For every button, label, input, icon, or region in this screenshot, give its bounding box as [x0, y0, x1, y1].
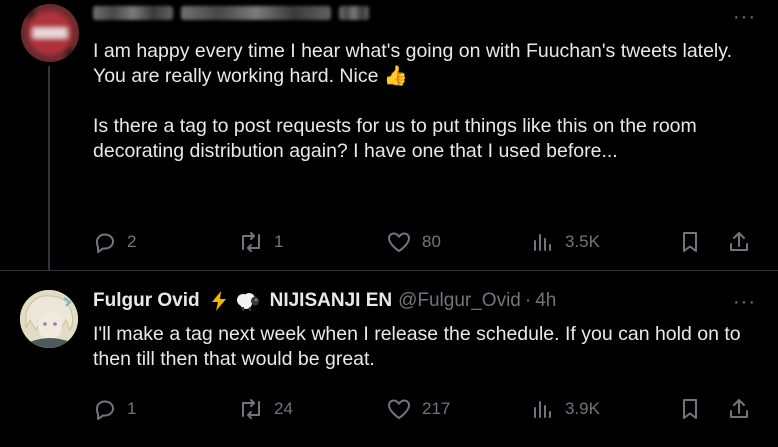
sheep-emoji-icon: [234, 290, 260, 312]
reply-button[interactable]: 1: [93, 394, 136, 424]
repost-icon: [242, 232, 260, 252]
repost-button[interactable]: 1: [238, 227, 283, 257]
views-icon: [534, 401, 551, 418]
repost-icon: [242, 399, 260, 419]
like-count: 80: [422, 232, 441, 251]
heart-icon: [388, 232, 410, 252]
redacted-handle: [181, 6, 331, 20]
separator: ·: [524, 290, 532, 311]
reply-icon: [96, 233, 114, 253]
reply-button[interactable]: 2: [93, 227, 136, 257]
like-button[interactable]: 80: [386, 227, 441, 257]
reply-icon: [96, 400, 114, 420]
tweet-actions: 2 1 80 3.5K: [93, 227, 758, 257]
views-icon: [534, 234, 551, 251]
avatar[interactable]: [21, 4, 79, 62]
views-count: 3.5K: [565, 232, 600, 251]
like-button[interactable]: 217: [386, 394, 450, 424]
tweet-text: I am happy every time I hear what's goin…: [93, 39, 763, 164]
share-button[interactable]: [727, 227, 751, 257]
bookmark-button[interactable]: [678, 227, 702, 257]
tweet-actions: 1 24 217 3.9K: [93, 394, 758, 424]
tweet[interactable]: ··· I am happy every time I hear what's …: [0, 0, 778, 270]
views-button[interactable]: 3.9K: [531, 394, 600, 424]
share-button[interactable]: [727, 394, 751, 424]
redacted-name: [93, 6, 173, 20]
tweet-paragraph: Is there a tag to post requests for us t…: [93, 115, 703, 162]
redacted-time: [339, 6, 369, 20]
tweet-text: I'll make a tag next week when I release…: [93, 322, 763, 372]
like-count: 217: [422, 399, 451, 418]
tweet-paragraph: I am happy every time I hear what's goin…: [93, 40, 738, 87]
affiliation: NIJISANJI EN: [269, 290, 393, 311]
views-count: 3.9K: [565, 399, 600, 418]
timestamp[interactable]: 4h: [535, 290, 556, 312]
repost-count: 1: [274, 232, 284, 251]
reply-count: 2: [127, 232, 137, 251]
bookmark-icon: [683, 399, 697, 419]
repost-button[interactable]: 24: [238, 394, 293, 424]
bookmark-button[interactable]: [678, 394, 702, 424]
bookmark-icon: [683, 232, 697, 252]
thread-line: [48, 66, 50, 270]
reply-count: 1: [127, 399, 137, 418]
heart-icon: [388, 399, 410, 419]
repost-count: 24: [274, 399, 293, 418]
avatar[interactable]: [20, 290, 78, 348]
tweet-header: [93, 6, 377, 20]
tweet-header: Fulgur Ovid NIJISANJI EN @Fulgur_Ovid · …: [93, 290, 556, 312]
display-name[interactable]: Fulgur Ovid: [93, 290, 200, 312]
share-icon: [730, 232, 748, 251]
lightning-emoji-icon: [208, 290, 230, 312]
more-options-button[interactable]: ···: [733, 6, 756, 29]
more-options-button[interactable]: ···: [733, 291, 756, 314]
tweet-paragraph: I'll make a tag next week when I release…: [93, 323, 747, 370]
share-icon: [730, 399, 748, 418]
handle[interactable]: @Fulgur_Ovid: [398, 290, 521, 312]
tweet[interactable]: Fulgur Ovid NIJISANJI EN @Fulgur_Ovid · …: [0, 270, 778, 447]
views-button[interactable]: 3.5K: [531, 227, 600, 257]
